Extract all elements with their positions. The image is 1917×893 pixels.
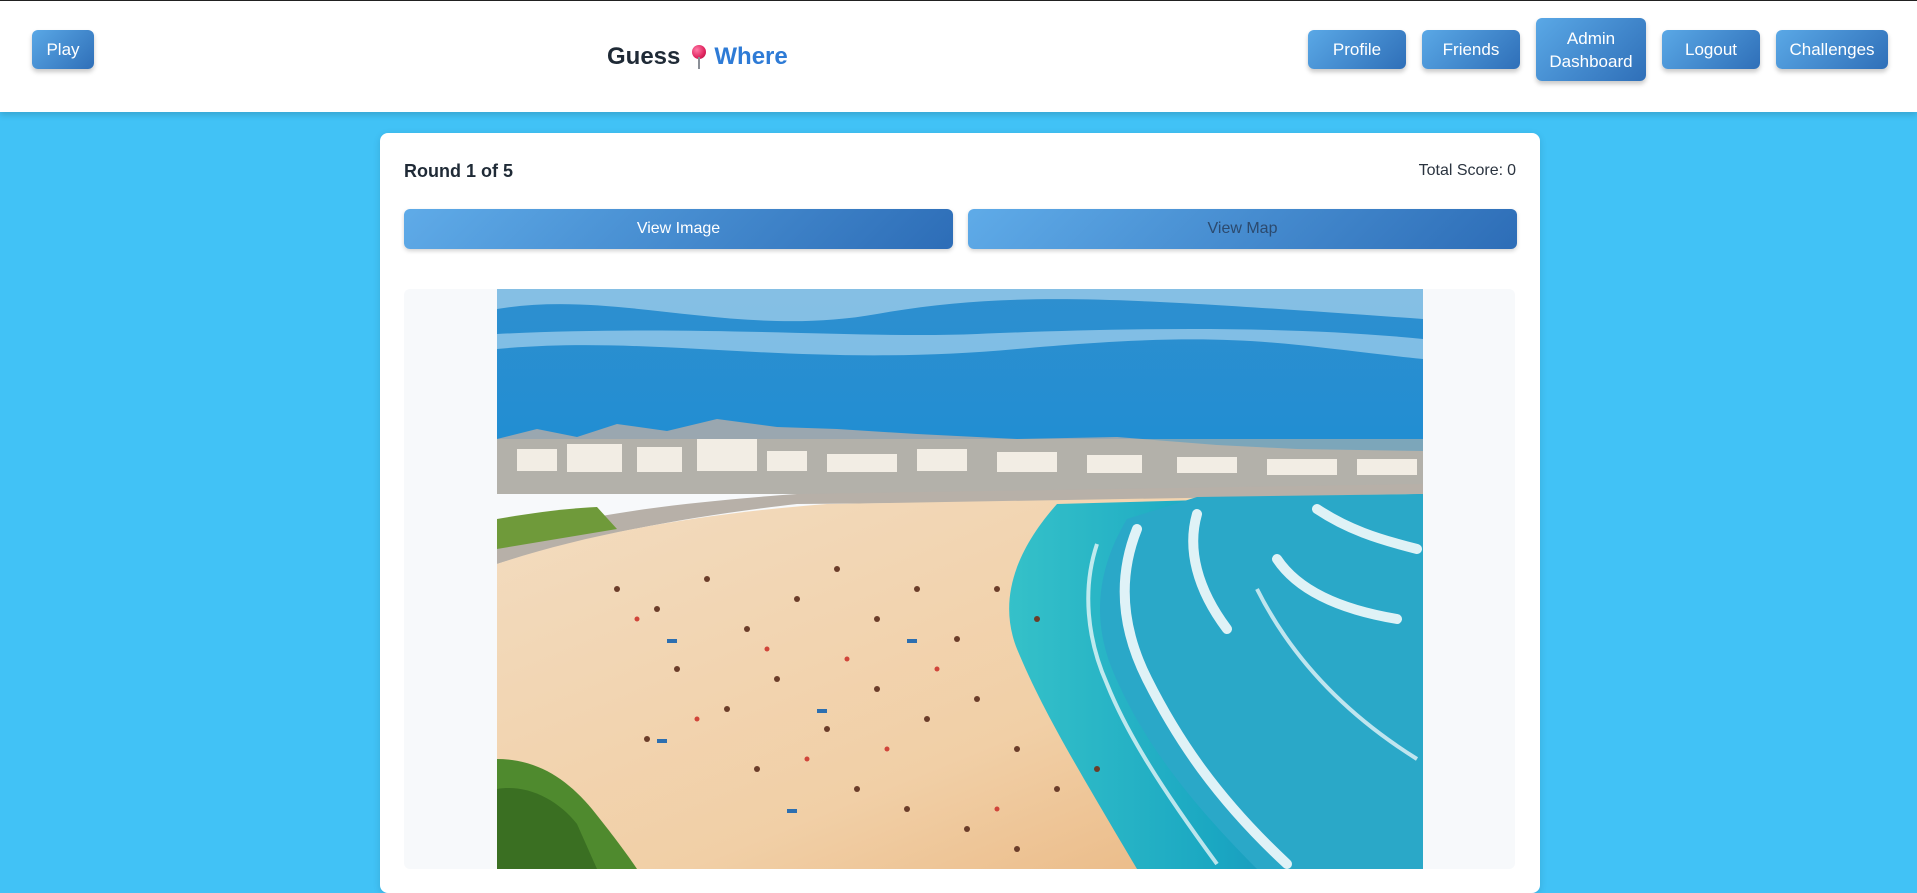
pin-icon xyxy=(690,43,708,71)
brand-guess: Guess xyxy=(607,43,681,70)
game-card: Round 1 of 5 Total Score: 0 View Image Vi… xyxy=(380,133,1540,893)
round-indicator: Round 1 of 5 xyxy=(404,161,513,181)
challenges-button[interactable]: Challenges xyxy=(1776,30,1888,69)
brand-logo[interactable]: Guess Where xyxy=(607,43,788,71)
logout-button[interactable]: Logout xyxy=(1662,30,1760,69)
score-value: 0 xyxy=(1507,162,1516,179)
friends-button[interactable]: Friends xyxy=(1422,30,1520,69)
score-label: Total Score: xyxy=(1418,162,1504,179)
image-viewer xyxy=(404,289,1515,869)
tab-view-map[interactable]: View Map xyxy=(968,209,1517,249)
brand-where: Where xyxy=(714,43,788,70)
play-button[interactable]: Play xyxy=(32,30,94,69)
top-navbar: Play Guess Where Profile Friends Admin D… xyxy=(0,1,1917,112)
admin-dashboard-button[interactable]: Admin Dashboard xyxy=(1536,18,1646,81)
admin-label-line1: Admin xyxy=(1566,28,1616,48)
profile-button[interactable]: Profile xyxy=(1308,30,1406,69)
location-photo xyxy=(497,289,1423,869)
admin-label-line2: Dashboard xyxy=(1549,51,1633,71)
total-score: Total Score: 0 xyxy=(1419,162,1516,180)
tab-view-image[interactable]: View Image xyxy=(404,209,953,249)
